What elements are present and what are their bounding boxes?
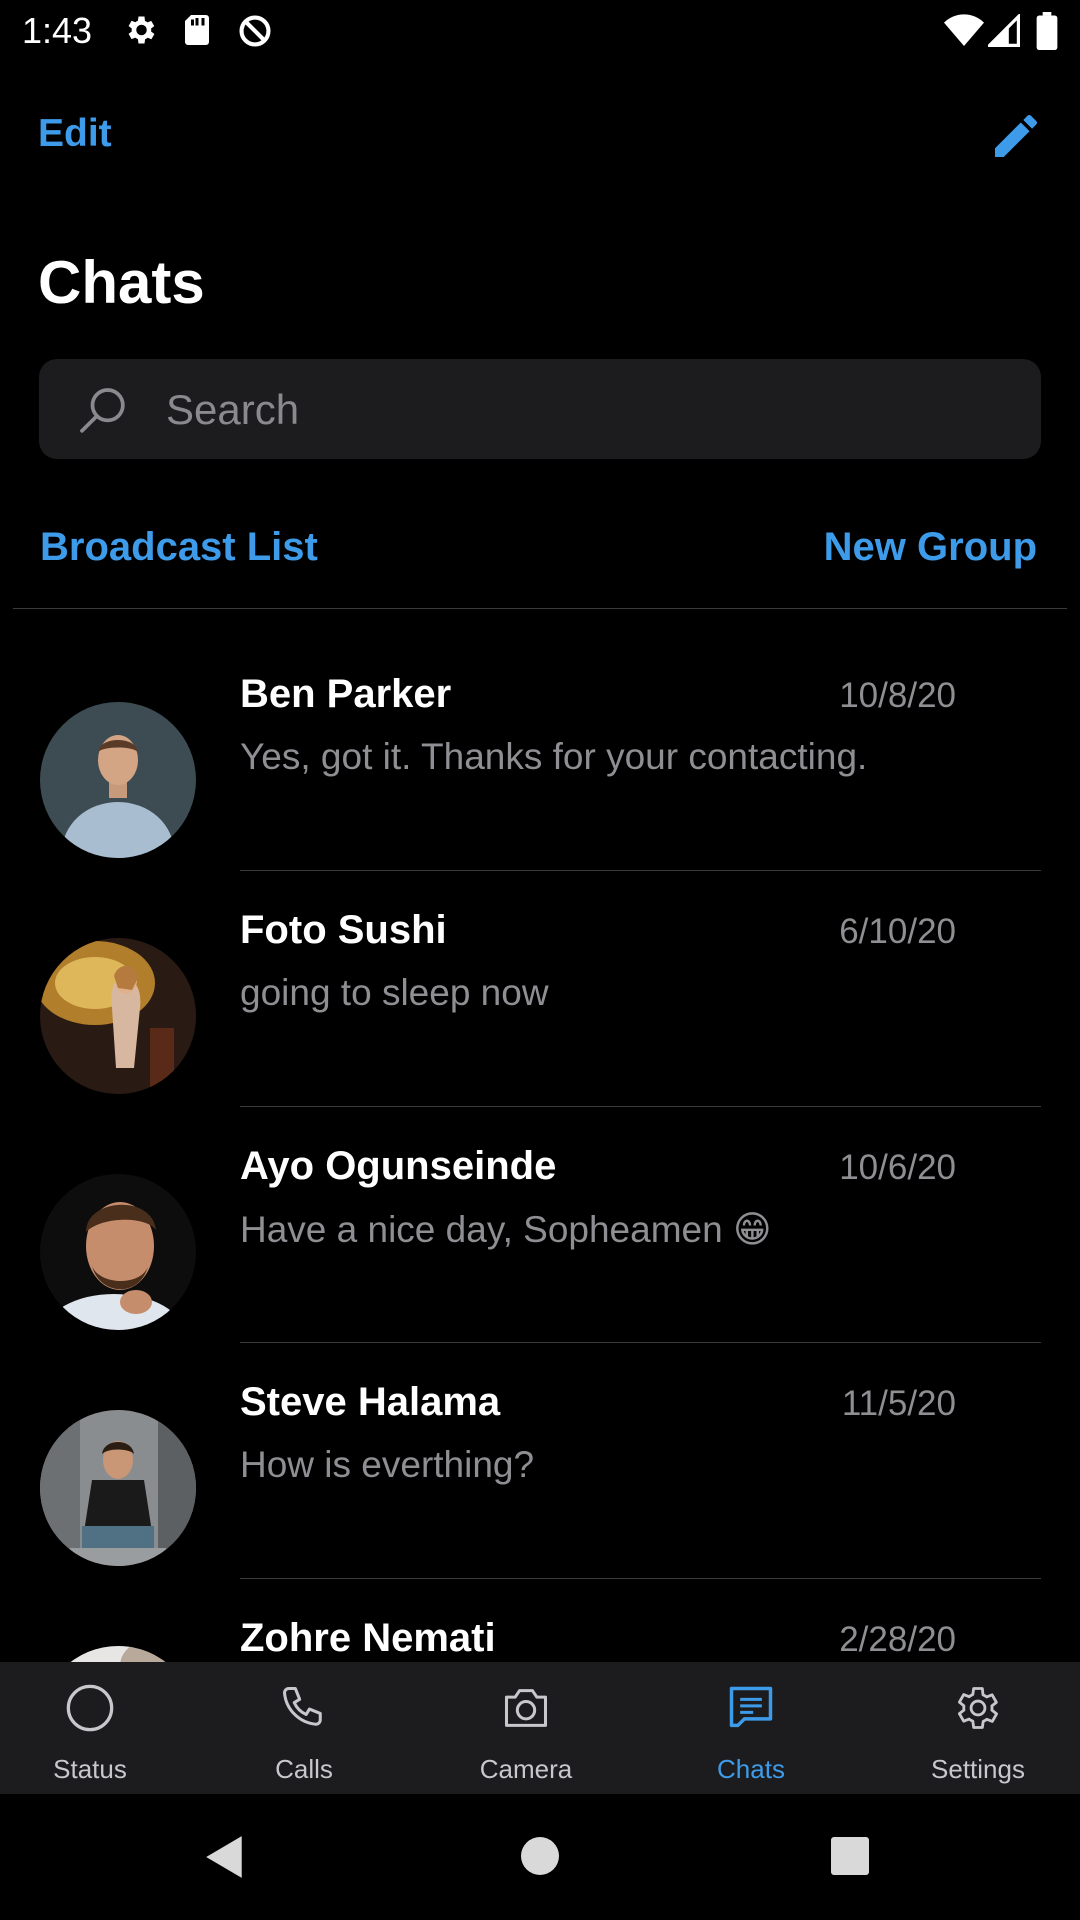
edit-button[interactable]: Edit	[38, 112, 112, 156]
search-input[interactable]: Search	[39, 359, 1041, 459]
status-time: 1:43	[22, 10, 93, 51]
phone-icon	[282, 1686, 322, 1726]
tab-label: Chats	[717, 1754, 785, 1784]
avatar	[40, 702, 196, 858]
chat-date: 2/28/20	[839, 1620, 956, 1659]
search-icon	[80, 388, 125, 433]
back-icon[interactable]	[204, 1834, 246, 1880]
system-nav-bar	[0, 1794, 1080, 1920]
chat-row-steve-halama[interactable]: Steve Halama 11/5/20 How is everthing?	[0, 1318, 1080, 1579]
tab-label: Camera	[479, 1754, 573, 1784]
tab-status[interactable]: Status	[0, 1662, 190, 1794]
chat-date: 10/8/20	[839, 676, 956, 715]
chat-list[interactable]: Ben Parker 10/8/20 Yes, got it. Thanks f…	[0, 610, 1080, 1662]
page-title: Chats	[38, 249, 205, 316]
avatar	[40, 1174, 196, 1330]
chat-name: Ayo Ogunseinde	[240, 1144, 557, 1188]
broadcast-list-link[interactable]: Broadcast List	[40, 525, 318, 570]
chat-date: 11/5/20	[841, 1384, 956, 1423]
tab-settings[interactable]: Settings	[878, 1662, 1078, 1794]
chat-preview: going to sleep now	[240, 972, 549, 1013]
bottom-tab-bar: Status Calls Camera Chats Settings	[0, 1662, 1080, 1794]
chat-preview: How is everthing?	[240, 1444, 535, 1485]
tab-label: Status	[53, 1754, 127, 1784]
status-bar: 1:43	[0, 0, 1080, 64]
tab-camera[interactable]: Camera	[426, 1662, 626, 1794]
tab-calls[interactable]: Calls	[204, 1662, 404, 1794]
search-placeholder: Search	[166, 386, 300, 433]
chat-preview: Have a nice day, Sopheamen 😁	[240, 1209, 772, 1250]
chat-name: Ben Parker	[240, 672, 452, 716]
home-icon[interactable]	[520, 1836, 560, 1876]
chat-name: Steve Halama	[240, 1380, 501, 1424]
chat-bubble-icon	[729, 1686, 773, 1728]
chat-row-foto-sushi[interactable]: Foto Sushi 6/10/20 going to sleep now	[0, 846, 1080, 1107]
tab-label: Calls	[275, 1754, 333, 1784]
chat-row-ben-parker[interactable]: Ben Parker 10/8/20 Yes, got it. Thanks f…	[0, 610, 1080, 871]
avatar	[40, 1646, 196, 1662]
tab-label: Settings	[931, 1754, 1025, 1784]
camera-icon	[504, 1689, 548, 1727]
settings-icon	[128, 16, 155, 44]
chat-preview: Yes, got it. Thanks for your contacting.	[240, 736, 868, 777]
status-circle-icon	[66, 1684, 114, 1732]
battery-icon	[1036, 12, 1058, 50]
recents-icon[interactable]	[830, 1836, 870, 1876]
chat-name: Zohre Nemati	[240, 1616, 496, 1660]
wifi-icon	[944, 14, 984, 46]
divider	[13, 608, 1067, 609]
avatar	[40, 1410, 196, 1566]
tab-chats[interactable]: Chats	[651, 1662, 851, 1794]
sd-card-icon	[185, 15, 209, 45]
chat-name: Foto Sushi	[240, 908, 447, 952]
data-saver-icon	[239, 15, 271, 47]
gear-icon	[957, 1687, 999, 1729]
chat-row-zohre-nemati[interactable]: Zohre Nemati 2/28/20	[0, 1554, 1080, 1662]
cell-signal-icon	[988, 14, 1020, 47]
chat-row-ayo-ogunseinde[interactable]: Ayo Ogunseinde 10/6/20 Have a nice day, …	[0, 1082, 1080, 1343]
pencil-icon[interactable]	[988, 108, 1044, 164]
avatar	[40, 938, 196, 1094]
chat-date: 10/6/20	[839, 1148, 956, 1187]
chat-date: 6/10/20	[839, 912, 956, 951]
new-group-link[interactable]: New Group	[824, 525, 1037, 570]
